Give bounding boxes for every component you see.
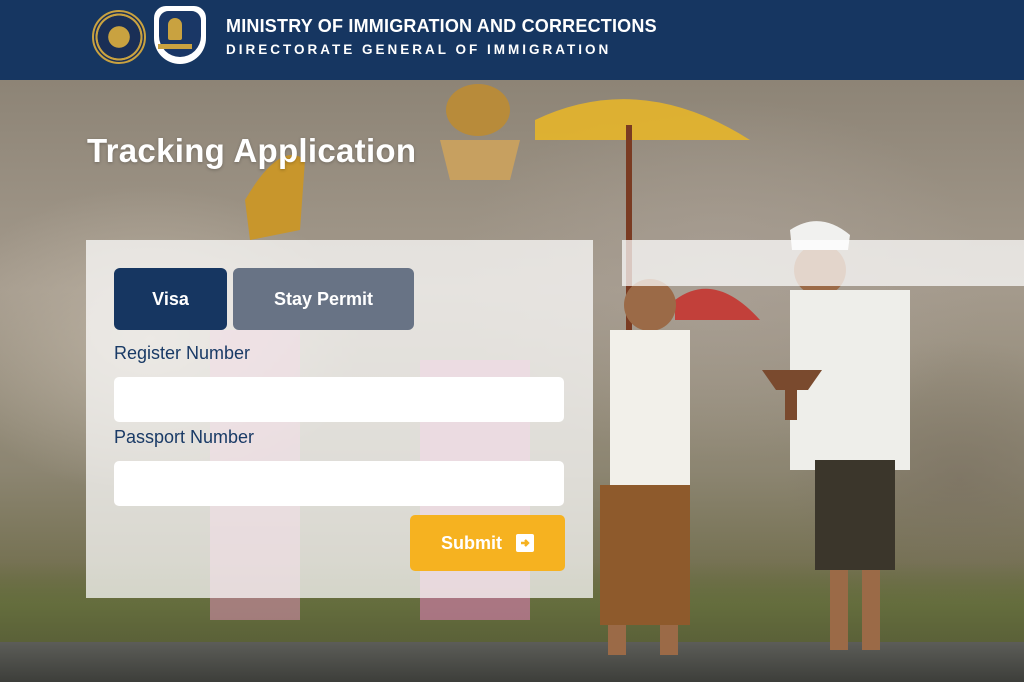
submit-label: Submit bbox=[441, 532, 502, 553]
immigration-emblem-icon bbox=[154, 6, 206, 64]
directorate-subtitle: DIRECTORATE GENERAL OF IMMIGRATION bbox=[226, 42, 612, 57]
tab-visa[interactable]: Visa bbox=[114, 268, 227, 330]
page-title: Tracking Application bbox=[87, 132, 417, 169]
register-number-input[interactable] bbox=[114, 377, 564, 422]
passport-number-input[interactable] bbox=[114, 461, 564, 506]
secondary-panel bbox=[622, 240, 1024, 286]
submit-button[interactable]: Submit bbox=[410, 515, 565, 571]
ministry-title: MINISTRY OF IMMIGRATION AND CORRECTIONS bbox=[226, 16, 657, 36]
register-number-label: Register Number bbox=[114, 343, 251, 363]
ministry-emblem-icon bbox=[92, 10, 146, 64]
tracking-form-card: Visa Stay Permit Register Number Passpor… bbox=[86, 240, 593, 598]
arrow-right-square-icon bbox=[516, 534, 534, 552]
site-header: MINISTRY OF IMMIGRATION AND CORRECTIONS … bbox=[0, 0, 1024, 80]
tab-stay-permit[interactable]: Stay Permit bbox=[233, 268, 414, 330]
passport-number-label: Passport Number bbox=[114, 427, 255, 447]
